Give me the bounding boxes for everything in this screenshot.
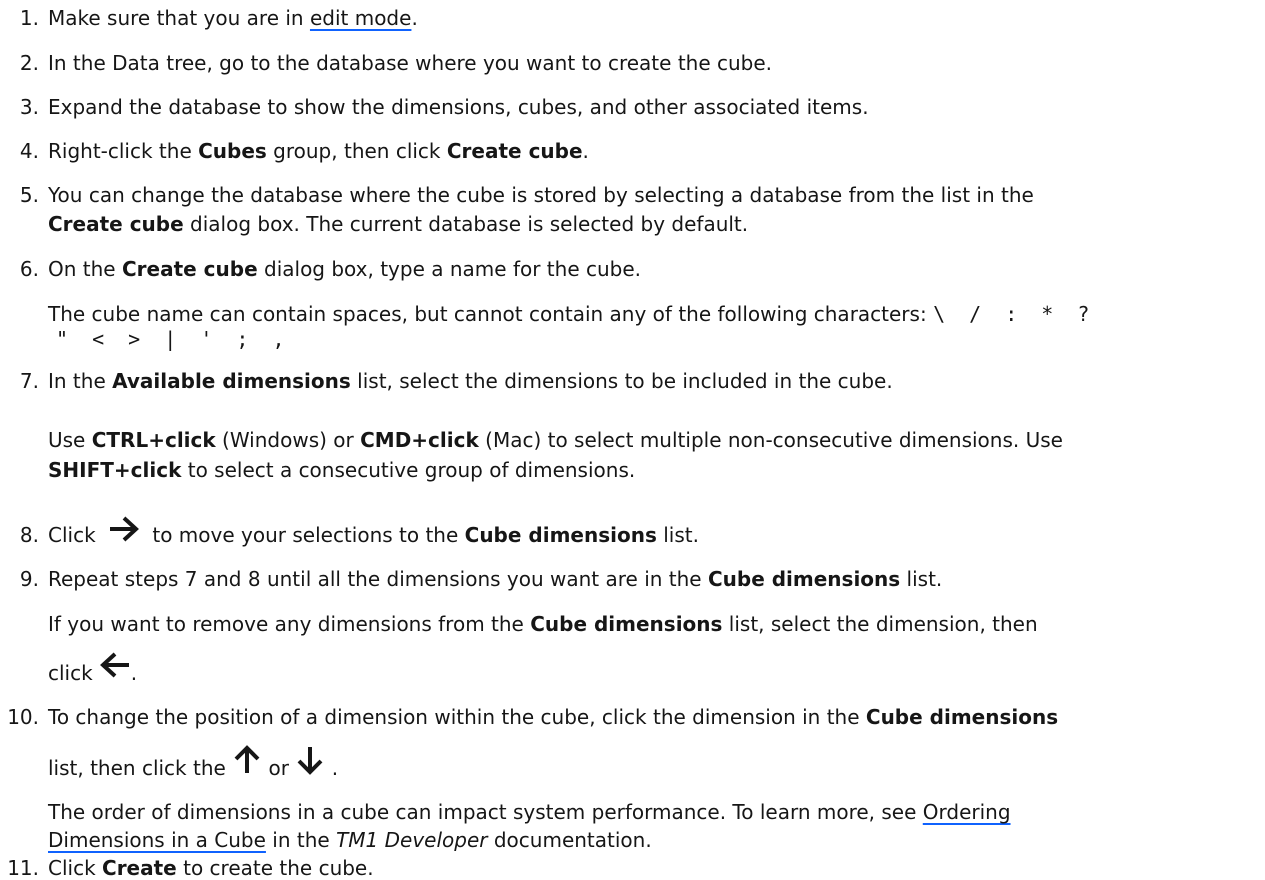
step-6-text: On the Create cube dialog box, type a na… bbox=[48, 257, 642, 281]
step-8-text: Click to move your selections to the Cub… bbox=[48, 516, 699, 547]
ordering-dimensions-link[interactable]: Ordering bbox=[923, 800, 1011, 824]
step-number: 8. bbox=[19, 523, 39, 547]
step-11-text: Click Create to create the cube. bbox=[48, 856, 374, 880]
step-number: 4. bbox=[19, 139, 39, 163]
step-6-note-line-1: The cube name can contain spaces, but ca… bbox=[48, 302, 1096, 326]
step-10-para-line-1: The order of dimensions in a cube can im… bbox=[48, 800, 1011, 824]
arrow-right-icon bbox=[108, 516, 140, 547]
arrow-left-icon bbox=[99, 652, 131, 683]
arrow-down-icon bbox=[297, 745, 323, 780]
step-10-para-line-2: Dimensions in a Cube in the TM1 Develope… bbox=[48, 828, 652, 852]
step-number: 9. bbox=[19, 567, 39, 591]
step-number: 7. bbox=[19, 369, 39, 393]
step-3-text: Expand the database to show the dimensio… bbox=[48, 95, 869, 119]
step-9-para-line-2: click. bbox=[48, 652, 137, 685]
step-5-line-1: You can change the database where the cu… bbox=[48, 183, 1034, 207]
step-10-line-1: To change the position of a dimension wi… bbox=[48, 705, 1059, 729]
step-9-para-line-1: If you want to remove any dimensions fro… bbox=[48, 612, 1038, 636]
step-number: 5. bbox=[19, 183, 39, 207]
step-1-text: Make sure that you are in edit mode. bbox=[48, 6, 418, 30]
step-2-text: In the Data tree, go to the database whe… bbox=[48, 51, 773, 75]
step-number: 3. bbox=[19, 95, 39, 119]
ordering-dimensions-link[interactable]: Dimensions in a Cube bbox=[48, 828, 266, 852]
step-4-text: Right-click the Cubes group, then click … bbox=[48, 139, 589, 163]
step-7-para-line-2: SHIFT+click to select a consecutive grou… bbox=[48, 458, 636, 482]
step-6-note-line-2: " < > | ' ; , bbox=[56, 327, 291, 351]
step-7-text: In the Available dimensions list, select… bbox=[48, 369, 893, 393]
step-10-line-2: list, then click the or . bbox=[48, 745, 338, 780]
step-5-line-2: Create cube dialog box. The current data… bbox=[48, 212, 749, 236]
document-page: { "steps": [ {"num": "1.", "pre": "Make … bbox=[0, 0, 1265, 880]
edit-mode-link[interactable]: edit mode bbox=[310, 6, 411, 30]
arrow-up-icon bbox=[234, 745, 260, 780]
step-9-text: Repeat steps 7 and 8 until all the dimen… bbox=[48, 567, 943, 591]
step-number: 10. bbox=[7, 705, 39, 729]
step-number: 2. bbox=[19, 51, 39, 75]
step-number: 6. bbox=[19, 257, 39, 281]
step-number: 11. bbox=[7, 856, 39, 880]
step-7-para-line-1: Use CTRL+click (Windows) or CMD+click (M… bbox=[48, 428, 1063, 452]
step-number: 1. bbox=[19, 6, 39, 30]
